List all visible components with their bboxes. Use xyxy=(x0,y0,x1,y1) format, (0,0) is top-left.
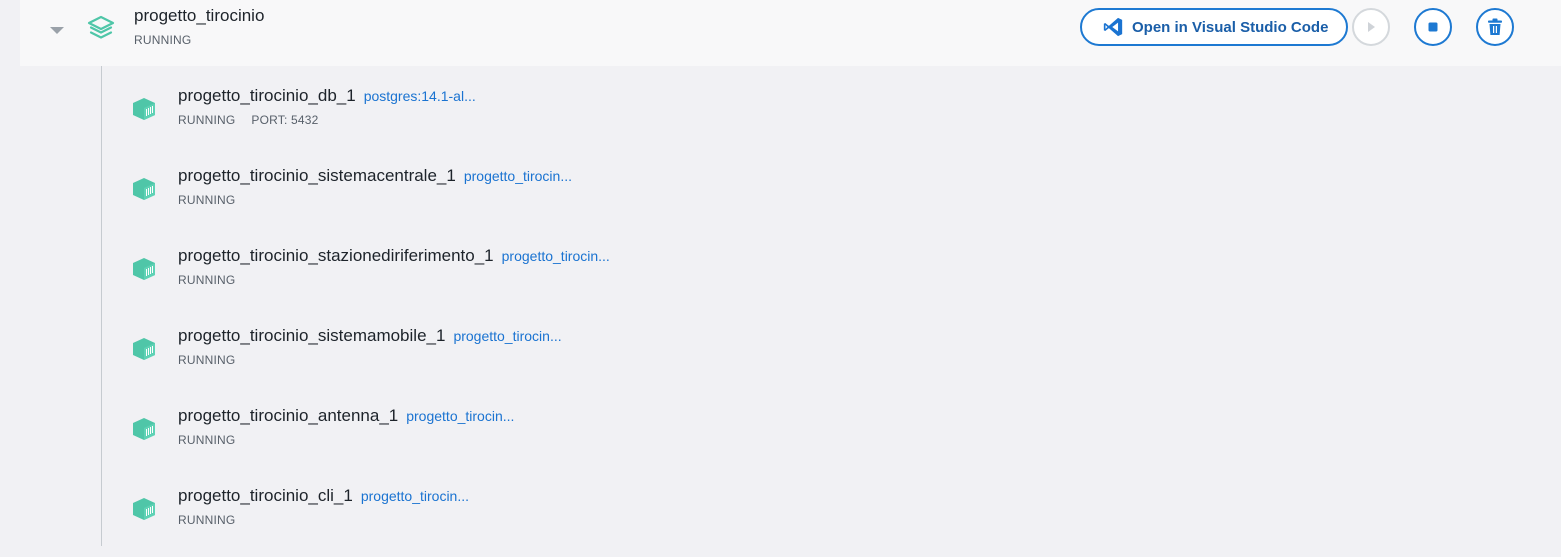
container-port: PORT: 5432 xyxy=(251,113,319,127)
stack-status: RUNNING xyxy=(134,33,192,47)
container-image-link[interactable]: progetto_tirocin... xyxy=(453,328,561,344)
container-status: RUNNING xyxy=(178,273,236,287)
stack-name: progetto_tirocinio xyxy=(134,6,265,25)
open-in-vscode-label: Open in Visual Studio Code xyxy=(1132,18,1329,36)
container-name-text: progetto_tirocinio_cli_1 xyxy=(178,486,353,505)
container-icon xyxy=(133,178,155,200)
container-name: progetto_tirocinio_sistemamobile_1 proget… xyxy=(178,326,562,346)
trash-icon xyxy=(1488,18,1502,35)
container-row[interactable]: progetto_tirocinio_sistemacentrale_1 prog… xyxy=(102,148,1561,228)
delete-button[interactable] xyxy=(1476,8,1514,46)
container-status-text: RUNNING xyxy=(178,113,236,127)
collapse-caret-icon[interactable] xyxy=(50,27,64,34)
container-image-link[interactable]: progetto_tirocin... xyxy=(502,248,610,264)
play-icon xyxy=(1368,22,1375,32)
container-name: progetto_tirocinio_antenna_1 progetto_tir… xyxy=(178,406,514,426)
container-status: RUNNING xyxy=(178,513,236,527)
container-status: RUNNING xyxy=(178,193,236,207)
stop-button[interactable] xyxy=(1414,8,1452,46)
container-icon xyxy=(133,258,155,280)
container-name-text: progetto_tirocinio_stazionediriferimento… xyxy=(178,246,494,265)
container-name-text: progetto_tirocinio_sistemacentrale_1 xyxy=(178,166,456,185)
container-row[interactable]: progetto_tirocinio_db_1 postgres:14.1-al.… xyxy=(102,68,1561,148)
container-status: RUNNING PORT: 5432 xyxy=(178,113,319,127)
container-name: progetto_tirocinio_stazionediriferimento… xyxy=(178,246,610,266)
start-button[interactable] xyxy=(1352,8,1390,46)
container-status: RUNNING xyxy=(178,353,236,367)
container-image-link[interactable]: progetto_tirocin... xyxy=(361,488,469,504)
layers-icon xyxy=(87,15,115,39)
container-icon xyxy=(133,498,155,520)
container-row[interactable]: progetto_tirocinio_stazionediriferimento… xyxy=(102,228,1561,308)
container-name: progetto_tirocinio_cli_1 progetto_tirocin… xyxy=(178,486,469,506)
container-row[interactable]: progetto_tirocinio_sistemamobile_1 proget… xyxy=(102,308,1561,388)
container-name: progetto_tirocinio_sistemacentrale_1 prog… xyxy=(178,166,572,186)
container-row[interactable]: progetto_tirocinio_cli_1 progetto_tirocin… xyxy=(102,468,1561,548)
stack-header[interactable]: progetto_tirocinio RUNNING Open in Visua… xyxy=(20,0,1561,66)
docker-stack-view: progetto_tirocinio RUNNING Open in Visua… xyxy=(0,0,1561,557)
container-icon xyxy=(133,338,155,360)
container-name-text: progetto_tirocinio_antenna_1 xyxy=(178,406,399,425)
container-name: progetto_tirocinio_db_1 postgres:14.1-al.… xyxy=(178,86,476,106)
container-name-text: progetto_tirocinio_db_1 xyxy=(178,86,356,105)
stop-icon xyxy=(1428,22,1438,32)
container-image-link[interactable]: progetto_tirocin... xyxy=(464,168,572,184)
container-row[interactable]: progetto_tirocinio_antenna_1 progetto_tir… xyxy=(102,388,1561,468)
container-status: RUNNING xyxy=(178,433,236,447)
open-in-vscode-button[interactable]: Open in Visual Studio Code xyxy=(1080,8,1348,46)
container-name-text: progetto_tirocinio_sistemamobile_1 xyxy=(178,326,446,345)
container-icon xyxy=(133,98,155,120)
vscode-icon xyxy=(1103,17,1123,37)
container-icon xyxy=(133,418,155,440)
container-image-link[interactable]: postgres:14.1-al... xyxy=(364,88,476,104)
container-image-link[interactable]: progetto_tirocin... xyxy=(406,408,514,424)
